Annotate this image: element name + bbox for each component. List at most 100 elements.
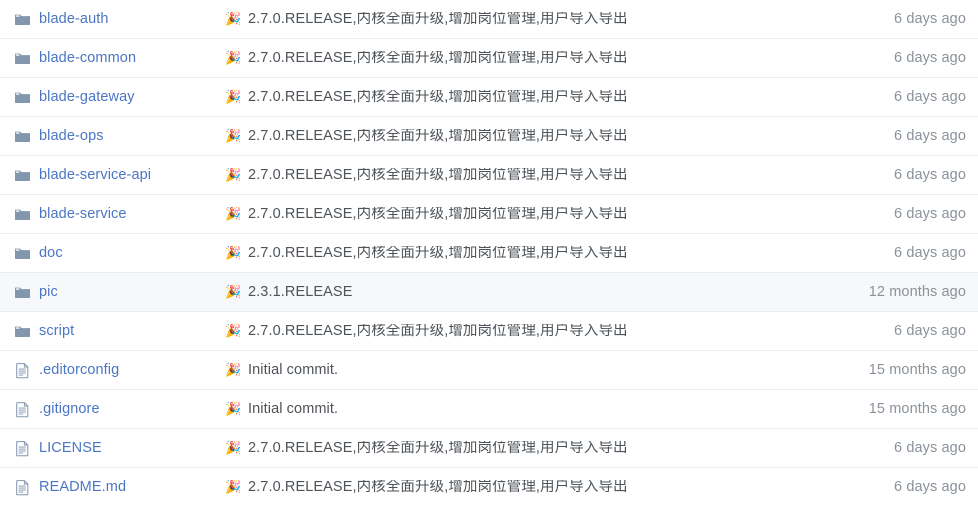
repository-file-list: blade-auth 🎉 2.7.0.RELEASE,内核全面升级,增加岗位管理,用… xyxy=(0,0,978,505)
commit-message-cell: 🎉 2.7.0.RELEASE,内核全面升级,增加岗位管理,用户导入导出 xyxy=(225,207,818,222)
commit-message-cell: 🎉 2.7.0.RELEASE,内核全面升级,增加岗位管理,用户导入导出 xyxy=(225,324,818,339)
party-popper-icon: 🎉 xyxy=(225,440,242,456)
folder-icon xyxy=(14,206,31,223)
file-name-cell: blade-common xyxy=(0,50,225,67)
file-name-link[interactable]: blade-auth xyxy=(39,12,109,27)
table-row[interactable]: README.md 🎉 2.7.0.RELEASE,内核全面升级,增加岗位管理,用户… xyxy=(0,468,978,505)
party-popper-icon: 🎉 xyxy=(225,284,242,300)
table-row[interactable]: blade-auth 🎉 2.7.0.RELEASE,内核全面升级,增加岗位管理,用… xyxy=(0,0,978,39)
file-name-link[interactable]: script xyxy=(39,324,74,339)
folder-icon xyxy=(14,167,31,184)
commit-message-text[interactable]: Initial commit. xyxy=(248,402,338,417)
commit-message-text[interactable]: 2.7.0.RELEASE,内核全面升级,增加岗位管理,用户导入导出 xyxy=(248,129,628,144)
file-name-link[interactable]: blade-service xyxy=(39,207,127,222)
file-name-cell: README.md xyxy=(0,479,225,496)
file-name-cell: blade-ops xyxy=(0,128,225,145)
file-name-link[interactable]: README.md xyxy=(39,480,126,495)
last-updated-cell: 6 days ago xyxy=(894,127,966,144)
file-name-link[interactable]: blade-gateway xyxy=(39,90,135,105)
file-name-cell: blade-gateway xyxy=(0,89,225,106)
commit-message-text[interactable]: 2.7.0.RELEASE,内核全面升级,增加岗位管理,用户导入导出 xyxy=(248,168,628,183)
commit-message-cell: 🎉 2.7.0.RELEASE,内核全面升级,增加岗位管理,用户导入导出 xyxy=(225,90,818,105)
commit-message-cell: 🎉 2.7.0.RELEASE,内核全面升级,增加岗位管理,用户导入导出 xyxy=(225,441,818,456)
last-updated-cell: 15 months ago xyxy=(868,361,966,378)
party-popper-icon: 🎉 xyxy=(225,401,242,417)
last-updated-cell: 6 days ago xyxy=(894,244,966,261)
commit-message-cell: 🎉 2.3.1.RELEASE xyxy=(225,285,818,300)
file-name-cell: doc xyxy=(0,245,225,262)
party-popper-icon: 🎉 xyxy=(225,479,242,495)
party-popper-icon: 🎉 xyxy=(225,323,242,339)
commit-message-text[interactable]: 2.7.0.RELEASE,内核全面升级,增加岗位管理,用户导入导出 xyxy=(248,207,628,222)
party-popper-icon: 🎉 xyxy=(225,11,242,27)
party-popper-icon: 🎉 xyxy=(225,362,242,378)
commit-message-text[interactable]: 2.7.0.RELEASE,内核全面升级,增加岗位管理,用户导入导出 xyxy=(248,441,628,456)
file-name-link[interactable]: blade-service-api xyxy=(39,168,151,183)
commit-message-cell: 🎉 2.7.0.RELEASE,内核全面升级,增加岗位管理,用户导入导出 xyxy=(225,51,818,66)
commit-message-text[interactable]: 2.7.0.RELEASE,内核全面升级,增加岗位管理,用户导入导出 xyxy=(248,12,628,27)
table-row[interactable]: blade-ops 🎉 2.7.0.RELEASE,内核全面升级,增加岗位管理,用户… xyxy=(0,117,978,156)
table-row[interactable]: script 🎉 2.7.0.RELEASE,内核全面升级,增加岗位管理,用户导入导… xyxy=(0,312,978,351)
file-name-cell: blade-service xyxy=(0,206,225,223)
last-updated-cell: 12 months ago xyxy=(868,283,966,300)
last-updated-cell: 6 days ago xyxy=(894,205,966,222)
file-icon xyxy=(14,401,31,418)
folder-icon xyxy=(14,284,31,301)
party-popper-icon: 🎉 xyxy=(225,50,242,66)
file-name-link[interactable]: doc xyxy=(39,246,63,261)
file-name-cell: script xyxy=(0,323,225,340)
last-updated-cell: 6 days ago xyxy=(894,49,966,66)
commit-message-cell: 🎉 2.7.0.RELEASE,内核全面升级,增加岗位管理,用户导入导出 xyxy=(225,480,818,495)
folder-icon xyxy=(14,89,31,106)
commit-message-cell: 🎉 2.7.0.RELEASE,内核全面升级,增加岗位管理,用户导入导出 xyxy=(225,168,818,183)
file-name-cell: .editorconfig xyxy=(0,362,225,379)
folder-icon xyxy=(14,128,31,145)
file-name-link[interactable]: pic xyxy=(39,285,58,300)
file-name-cell: .gitignore xyxy=(0,401,225,418)
last-updated-cell: 15 months ago xyxy=(868,400,966,417)
party-popper-icon: 🎉 xyxy=(225,128,242,144)
commit-message-text[interactable]: 2.7.0.RELEASE,内核全面升级,增加岗位管理,用户导入导出 xyxy=(248,324,628,339)
table-row[interactable]: doc 🎉 2.7.0.RELEASE,内核全面升级,增加岗位管理,用户导入导出 6 … xyxy=(0,234,978,273)
table-row[interactable]: LICENSE 🎉 2.7.0.RELEASE,内核全面升级,增加岗位管理,用户导入… xyxy=(0,429,978,468)
last-updated-cell: 6 days ago xyxy=(894,478,966,495)
file-name-link[interactable]: .editorconfig xyxy=(39,363,119,378)
commit-message-cell: 🎉 2.7.0.RELEASE,内核全面升级,增加岗位管理,用户导入导出 xyxy=(225,12,818,27)
commit-message-text[interactable]: Initial commit. xyxy=(248,363,338,378)
last-updated-cell: 6 days ago xyxy=(894,439,966,456)
folder-icon xyxy=(14,323,31,340)
commit-message-cell: 🎉 Initial commit. xyxy=(225,363,818,378)
table-row[interactable]: blade-service-api 🎉 2.7.0.RELEASE,内核全面升级,增… xyxy=(0,156,978,195)
table-row[interactable]: .editorconfig 🎉 Initial commit. 15 months a… xyxy=(0,351,978,390)
folder-icon xyxy=(14,245,31,262)
last-updated-cell: 6 days ago xyxy=(894,88,966,105)
folder-icon xyxy=(14,11,31,28)
file-name-link[interactable]: .gitignore xyxy=(39,402,100,417)
table-row[interactable]: blade-service 🎉 2.7.0.RELEASE,内核全面升级,增加岗位管… xyxy=(0,195,978,234)
commit-message-text[interactable]: 2.7.0.RELEASE,内核全面升级,增加岗位管理,用户导入导出 xyxy=(248,480,628,495)
file-name-link[interactable]: blade-ops xyxy=(39,129,104,144)
last-updated-cell: 6 days ago xyxy=(894,322,966,339)
commit-message-text[interactable]: 2.7.0.RELEASE,内核全面升级,增加岗位管理,用户导入导出 xyxy=(248,90,628,105)
commit-message-text[interactable]: 2.7.0.RELEASE,内核全面升级,增加岗位管理,用户导入导出 xyxy=(248,51,628,66)
file-name-link[interactable]: blade-common xyxy=(39,51,136,66)
last-updated-cell: 6 days ago xyxy=(894,166,966,183)
file-name-cell: blade-auth xyxy=(0,11,225,28)
file-icon xyxy=(14,479,31,496)
folder-icon xyxy=(14,50,31,67)
commit-message-text[interactable]: 2.3.1.RELEASE xyxy=(248,285,352,300)
party-popper-icon: 🎉 xyxy=(225,245,242,261)
table-row[interactable]: blade-gateway 🎉 2.7.0.RELEASE,内核全面升级,增加岗位管… xyxy=(0,78,978,117)
table-row[interactable]: pic 🎉 2.3.1.RELEASE 12 months ago xyxy=(0,273,978,312)
file-name-cell: blade-service-api xyxy=(0,167,225,184)
table-row[interactable]: blade-common 🎉 2.7.0.RELEASE,内核全面升级,增加岗位管理… xyxy=(0,39,978,78)
file-name-cell: LICENSE xyxy=(0,440,225,457)
commit-message-cell: 🎉 2.7.0.RELEASE,内核全面升级,增加岗位管理,用户导入导出 xyxy=(225,129,818,144)
table-row[interactable]: .gitignore 🎉 Initial commit. 15 months ago xyxy=(0,390,978,429)
party-popper-icon: 🎉 xyxy=(225,206,242,222)
commit-message-cell: 🎉 Initial commit. xyxy=(225,402,818,417)
commit-message-text[interactable]: 2.7.0.RELEASE,内核全面升级,增加岗位管理,用户导入导出 xyxy=(248,246,628,261)
file-name-link[interactable]: LICENSE xyxy=(39,441,102,456)
file-icon xyxy=(14,440,31,457)
last-updated-cell: 6 days ago xyxy=(894,10,966,27)
